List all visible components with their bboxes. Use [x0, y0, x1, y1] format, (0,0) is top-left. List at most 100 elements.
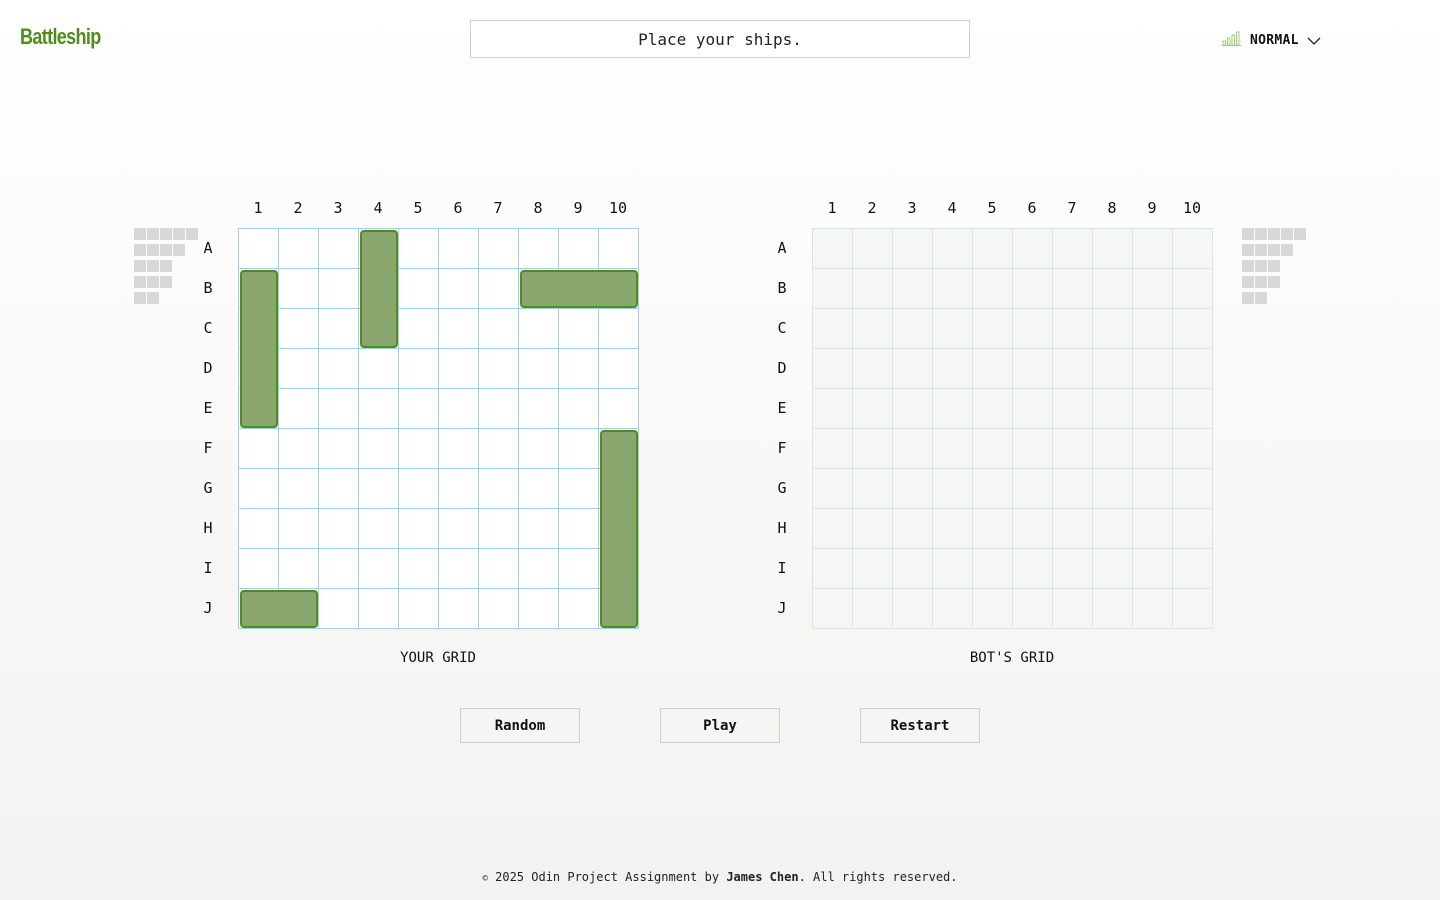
bot-grid-cell[interactable]	[853, 549, 893, 589]
player-grid-cell[interactable]	[559, 549, 599, 589]
player-grid-cell[interactable]	[239, 429, 279, 469]
bot-grid-cell[interactable]	[813, 589, 853, 629]
player-grid-cell[interactable]	[279, 429, 319, 469]
bot-grid-cell[interactable]	[973, 509, 1013, 549]
player-grid-cell[interactable]	[359, 469, 399, 509]
player-grid-cell[interactable]	[479, 229, 519, 269]
player-grid-cell[interactable]	[399, 549, 439, 589]
bot-grid-cell[interactable]	[1013, 389, 1053, 429]
bot-grid-cell[interactable]	[1053, 309, 1093, 349]
bot-grid-cell[interactable]	[853, 349, 893, 389]
player-grid-cell[interactable]	[399, 589, 439, 629]
ship-length-5-vertical[interactable]	[600, 430, 638, 628]
player-grid-cell[interactable]	[319, 589, 359, 629]
bot-grid-cell[interactable]	[893, 309, 933, 349]
player-grid-cell[interactable]	[479, 269, 519, 309]
ship-length-2-horizontal[interactable]	[240, 590, 318, 628]
player-grid-cell[interactable]	[519, 509, 559, 549]
bot-grid-cell[interactable]	[933, 469, 973, 509]
player-grid-cell[interactable]	[479, 429, 519, 469]
player-grid-cell[interactable]	[279, 269, 319, 309]
bot-grid-cell[interactable]	[1013, 469, 1053, 509]
bot-grid-cell[interactable]	[813, 549, 853, 589]
player-grid-cell[interactable]	[559, 229, 599, 269]
play-button[interactable]: Play	[660, 708, 780, 743]
random-button[interactable]: Random	[460, 708, 580, 743]
player-grid-cell[interactable]	[399, 429, 439, 469]
bot-grid-cell[interactable]	[933, 269, 973, 309]
bot-grid-cell[interactable]	[973, 269, 1013, 309]
player-grid-cell[interactable]	[399, 469, 439, 509]
player-grid-cell[interactable]	[359, 389, 399, 429]
player-grid-cell[interactable]	[319, 309, 359, 349]
player-grid-cell[interactable]	[319, 269, 359, 309]
bot-grid-cell[interactable]	[893, 549, 933, 589]
bot-grid-cell[interactable]	[1013, 429, 1053, 469]
player-grid-cell[interactable]	[359, 429, 399, 469]
bot-grid-cell[interactable]	[893, 469, 933, 509]
player-grid-cell[interactable]	[519, 229, 559, 269]
bot-grid-cell[interactable]	[1093, 309, 1133, 349]
bot-grid-cell[interactable]	[1133, 429, 1173, 469]
bot-grid-cell[interactable]	[973, 309, 1013, 349]
ship-length-3-horizontal[interactable]	[520, 270, 638, 308]
player-grid-cell[interactable]	[359, 549, 399, 589]
bot-grid-cell[interactable]	[1013, 269, 1053, 309]
player-grid-cell[interactable]	[479, 589, 519, 629]
player-grid-cell[interactable]	[319, 469, 359, 509]
player-grid-cell[interactable]	[559, 509, 599, 549]
bot-grid-cell[interactable]	[973, 349, 1013, 389]
bot-grid-cell[interactable]	[1013, 349, 1053, 389]
player-grid-cell[interactable]	[559, 389, 599, 429]
player-grid-cell[interactable]	[399, 229, 439, 269]
bot-grid-cell[interactable]	[973, 229, 1013, 269]
player-grid-cell[interactable]	[439, 309, 479, 349]
player-grid-cell[interactable]	[479, 349, 519, 389]
bot-grid-cell[interactable]	[1093, 389, 1133, 429]
bot-grid-cell[interactable]	[1013, 589, 1053, 629]
ship-length-4-vertical[interactable]	[240, 270, 278, 428]
bot-grid-cell[interactable]	[933, 429, 973, 469]
bot-grid-cell[interactable]	[893, 349, 933, 389]
bot-board[interactable]	[812, 228, 1213, 629]
player-grid-cell[interactable]	[279, 509, 319, 549]
player-grid-cell[interactable]	[399, 389, 439, 429]
bot-grid-cell[interactable]	[1053, 549, 1093, 589]
bot-grid-cell[interactable]	[933, 229, 973, 269]
bot-grid-cell[interactable]	[1093, 509, 1133, 549]
player-grid-cell[interactable]	[399, 509, 439, 549]
player-grid-cell[interactable]	[319, 429, 359, 469]
player-grid-cell[interactable]	[239, 469, 279, 509]
bot-grid-cell[interactable]	[1093, 469, 1133, 509]
player-grid-cell[interactable]	[239, 229, 279, 269]
player-grid-cell[interactable]	[439, 549, 479, 589]
restart-button[interactable]: Restart	[860, 708, 980, 743]
bot-grid-cell[interactable]	[973, 589, 1013, 629]
bot-grid-cell[interactable]	[853, 589, 893, 629]
bot-grid-cell[interactable]	[1173, 309, 1213, 349]
bot-grid-cell[interactable]	[933, 349, 973, 389]
bot-grid-cell[interactable]	[1013, 229, 1053, 269]
bot-grid-cell[interactable]	[853, 509, 893, 549]
player-grid-cell[interactable]	[359, 589, 399, 629]
bot-grid-cell[interactable]	[1053, 269, 1093, 309]
player-grid-cell[interactable]	[319, 549, 359, 589]
bot-grid-cell[interactable]	[1133, 309, 1173, 349]
bot-grid-cell[interactable]	[973, 389, 1013, 429]
bot-grid-cell[interactable]	[813, 469, 853, 509]
bot-grid-cell[interactable]	[813, 269, 853, 309]
bot-grid-cell[interactable]	[1173, 549, 1213, 589]
bot-grid-cell[interactable]	[813, 509, 853, 549]
player-grid-cell[interactable]	[599, 309, 639, 349]
player-grid-cell[interactable]	[279, 309, 319, 349]
bot-grid-cell[interactable]	[893, 589, 933, 629]
bot-grid-cell[interactable]	[1013, 549, 1053, 589]
bot-grid-cell[interactable]	[1053, 349, 1093, 389]
bot-grid-cell[interactable]	[933, 309, 973, 349]
bot-grid-cell[interactable]	[1173, 589, 1213, 629]
bot-grid-cell[interactable]	[893, 429, 933, 469]
bot-grid-cell[interactable]	[1093, 269, 1133, 309]
player-grid-cell[interactable]	[319, 509, 359, 549]
bot-grid-cell[interactable]	[933, 509, 973, 549]
bot-grid-cell[interactable]	[1053, 509, 1093, 549]
